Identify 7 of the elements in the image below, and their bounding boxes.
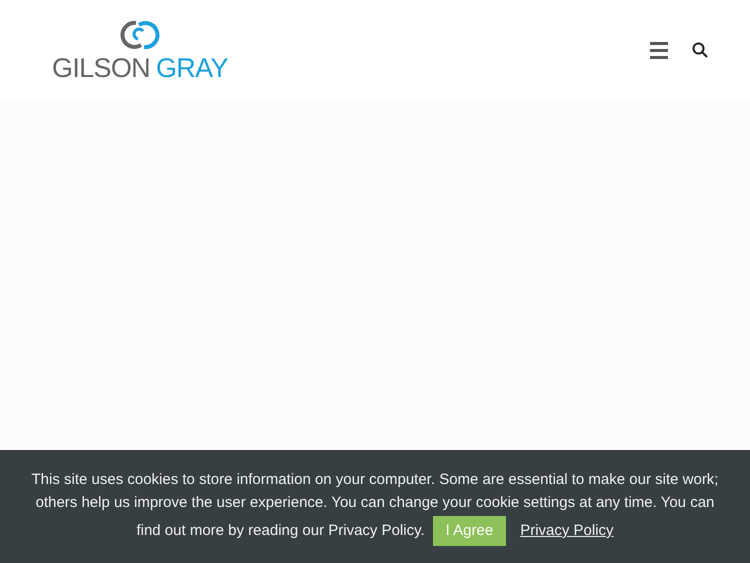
- logo-wordmark: GRAY: [156, 54, 228, 82]
- search-icon[interactable]: [692, 42, 708, 58]
- logo-icon: [118, 18, 161, 50]
- menu-icon[interactable]: [650, 42, 668, 58]
- privacy-policy-link[interactable]: Privacy Policy: [520, 519, 614, 542]
- cookie-message: find out more by reading our Privacy Policy.: [136, 521, 425, 541]
- logo-wordmark: GILSON: [52, 54, 150, 82]
